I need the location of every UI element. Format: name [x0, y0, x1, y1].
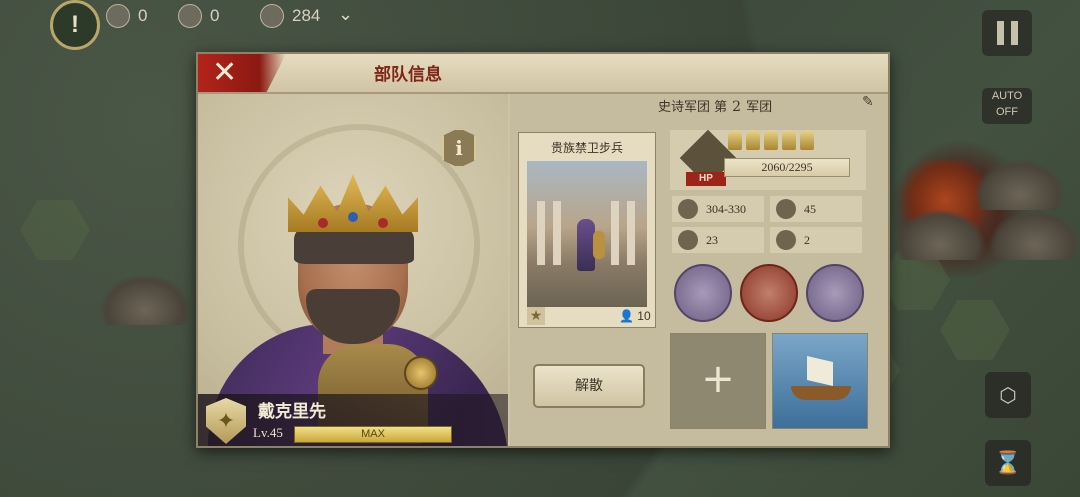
resource-2-icon: [178, 4, 202, 28]
resource-3-icon: [260, 4, 284, 28]
hex-grid-button[interactable]: ⬡: [985, 372, 1031, 418]
general-portrait-panel: i ✦ 戴克里先 Lv.45 MAX: [198, 94, 508, 446]
resource-3: 284: [260, 4, 320, 28]
general-level: Lv.45: [253, 425, 283, 440]
exp-bar: MAX: [294, 426, 452, 443]
chevron-down-icon[interactable]: ⌄: [338, 4, 353, 25]
auto-button[interactable]: AUTO OFF: [982, 88, 1032, 124]
dialog-header: ✕ 部队信息: [198, 54, 888, 94]
alert-button[interactable]: !: [50, 0, 100, 50]
unit-info-dialog: ✕ 部队信息 i ✦ 戴克里先 Lv.45 MAX: [196, 52, 890, 448]
pause-button[interactable]: [982, 10, 1032, 56]
dialog-title: 部队信息: [374, 65, 442, 85]
hourglass-button[interactable]: ⌛: [985, 440, 1031, 486]
resource-1-icon: [106, 4, 130, 28]
unit-detail-panel: [510, 94, 888, 446]
info-button[interactable]: i: [442, 128, 476, 168]
general-name: 戴克里先: [258, 402, 326, 422]
resource-1: 0: [106, 4, 147, 28]
resource-2: 0: [178, 4, 219, 28]
